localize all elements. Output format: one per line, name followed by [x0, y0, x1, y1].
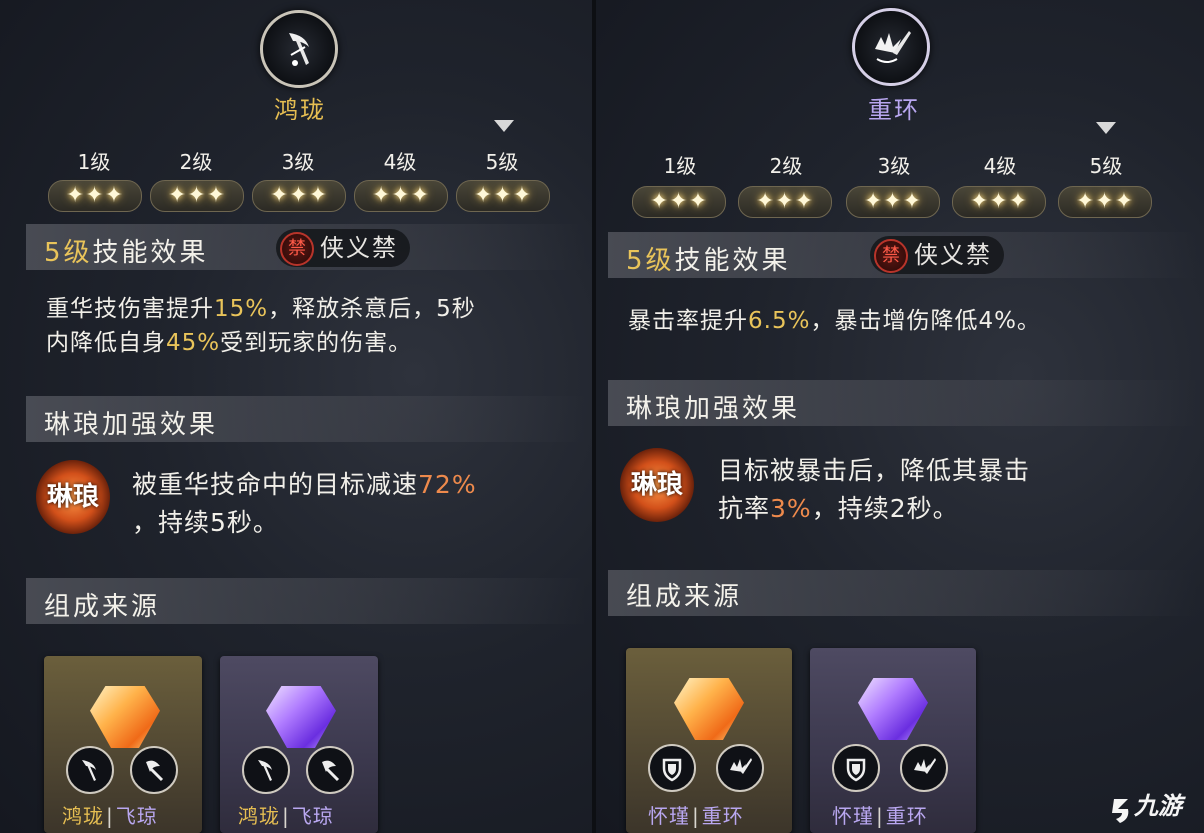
enhance-header: 琳琅加强效果	[44, 410, 219, 440]
level-4-stars[interactable]: ✦✦✦	[952, 186, 1046, 218]
level-label: 2级	[769, 154, 803, 178]
source-header: 组成来源	[44, 592, 161, 622]
source-card[interactable]: 鸿珑 | 飞琼	[44, 656, 202, 833]
level-2-stars[interactable]: ✦✦✦	[738, 186, 832, 218]
burst-sword-skill-emblem-icon[interactable]	[852, 8, 930, 86]
level-4-stars[interactable]: ✦✦✦	[354, 180, 448, 212]
shield-icon	[648, 744, 696, 792]
watermark-logo: 九游	[1108, 786, 1182, 825]
level-3-stars[interactable]: ✦✦✦	[252, 180, 346, 212]
violet-gem-icon	[858, 678, 928, 740]
source-card[interactable]: 怀瑾 | 重环	[810, 648, 976, 833]
jiuyou-logo-icon	[1112, 798, 1129, 823]
right-panel: 重环 1级 2级 3级 4级 5级 ✦✦✦ ✦✦✦ ✦✦✦ ✦✦✦ ✦✦✦ 5级…	[596, 0, 1204, 833]
burst-sword-icon	[716, 744, 764, 792]
axe-icon	[306, 746, 354, 794]
ban-label: 侠义禁	[320, 234, 398, 262]
linlang-badge-icon: 琳琅	[36, 460, 110, 534]
level-label: 5级	[1089, 154, 1123, 178]
screen: 鸿珑 1级 2级 3级 4级 5级 ✦✦✦ ✦✦✦ ✦✦✦ ✦✦✦ ✦✦✦ 5级…	[0, 0, 1204, 833]
amber-gem-icon	[90, 686, 160, 748]
effect-header: 5级技能效果	[44, 238, 209, 268]
level-label: 3级	[281, 150, 315, 174]
shield-icon	[832, 744, 880, 792]
level-2-stars[interactable]: ✦✦✦	[150, 180, 244, 212]
axe-icon	[130, 746, 178, 794]
level-1-stars[interactable]: ✦✦✦	[48, 180, 142, 212]
level-label: 4级	[383, 150, 417, 174]
ban-label: 侠义禁	[914, 241, 992, 269]
effect-header: 5级技能效果	[626, 246, 791, 276]
violet-gem-icon	[266, 686, 336, 748]
card-caption: 鸿珑 | 飞琼	[62, 804, 158, 828]
skill-name: 重环	[868, 96, 920, 124]
amber-gem-icon	[674, 678, 744, 740]
enhance-description: 被重华技命中的目标减速72% ，持续5秒。	[132, 470, 477, 537]
sword-skill-emblem-icon[interactable]	[260, 10, 338, 88]
level-label: 2级	[179, 150, 213, 174]
sword-icon	[66, 746, 114, 794]
ban-tag: 禁侠义禁	[870, 236, 1004, 274]
source-card[interactable]: 鸿珑 | 飞琼	[220, 656, 378, 833]
level-label: 5级	[485, 150, 519, 174]
level-label: 1级	[663, 154, 697, 178]
level-5-stars[interactable]: ✦✦✦	[1058, 186, 1152, 218]
sword-icon	[242, 746, 290, 794]
card-caption: 怀瑾 | 重环	[832, 804, 928, 828]
ban-icon: 禁	[874, 239, 908, 273]
skill-name: 鸿珑	[274, 96, 326, 124]
linlang-badge-icon: 琳琅	[620, 448, 694, 522]
level-label: 1级	[77, 150, 111, 174]
level-1-stars[interactable]: ✦✦✦	[632, 186, 726, 218]
selected-level-marker-icon	[494, 120, 514, 132]
level-5-stars[interactable]: ✦✦✦	[456, 180, 550, 212]
card-caption: 怀瑾 | 重环	[648, 804, 744, 828]
enhance-description: 目标被暴击后，降低其暴击 抗率3%，持续2秒。	[718, 456, 1031, 523]
source-header: 组成来源	[626, 582, 743, 612]
source-card[interactable]: 怀瑾 | 重环	[626, 648, 792, 833]
burst-sword-icon	[900, 744, 948, 792]
enhance-header: 琳琅加强效果	[626, 394, 801, 424]
card-caption: 鸿珑 | 飞琼	[238, 804, 334, 828]
level-label: 3级	[877, 154, 911, 178]
ban-icon: 禁	[280, 232, 314, 266]
level-label: 4级	[983, 154, 1017, 178]
selected-level-marker-icon	[1096, 122, 1116, 134]
effect-description: 重华技伤害提升15%，释放杀意后，5秒 内降低自身45%受到玩家的伤害。	[46, 296, 476, 356]
level-3-stars[interactable]: ✦✦✦	[846, 186, 940, 218]
effect-description: 暴击率提升6.5%，暴击增伤降低4%。	[628, 308, 1041, 334]
ban-tag: 禁侠义禁	[276, 229, 410, 267]
left-panel: 鸿珑 1级 2级 3级 4级 5级 ✦✦✦ ✦✦✦ ✦✦✦ ✦✦✦ ✦✦✦ 5级…	[0, 0, 592, 833]
